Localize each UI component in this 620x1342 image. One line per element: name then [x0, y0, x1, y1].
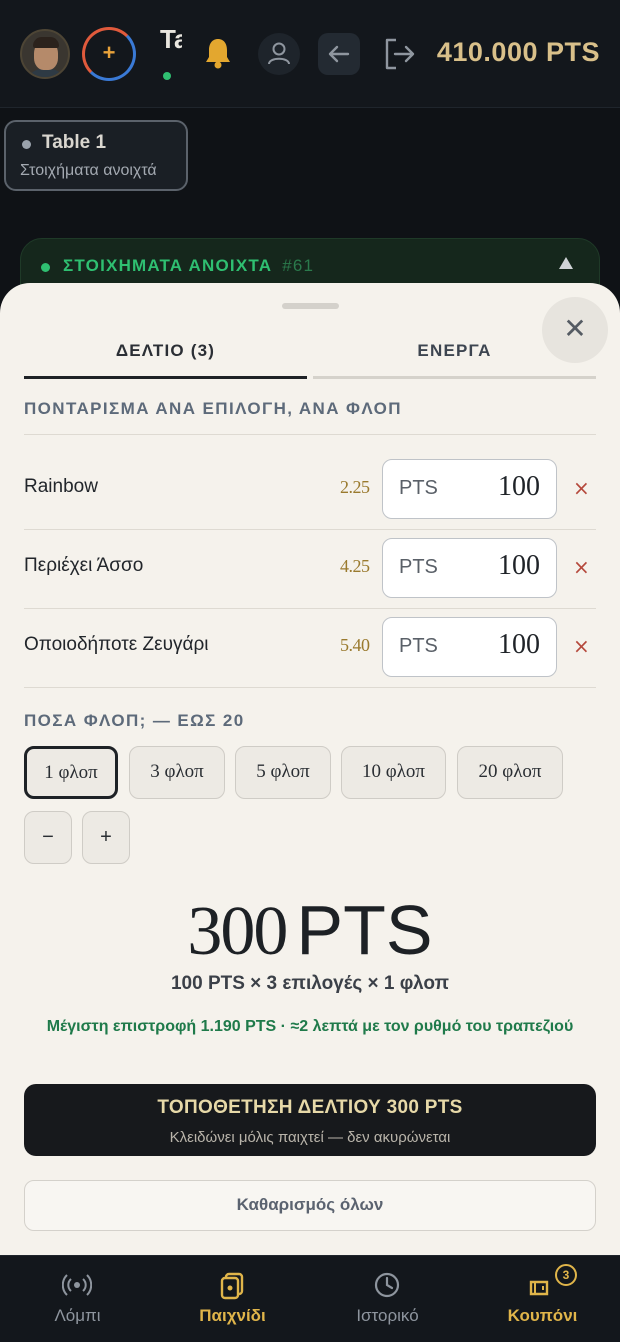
remove-selection-icon[interactable]: × — [573, 634, 590, 658]
broadcast-icon — [62, 1274, 92, 1296]
selection-row: Οποιοδήποτε Ζευγάρι 5.40 PTS 100 × — [24, 608, 596, 687]
drag-handle[interactable] — [282, 303, 339, 309]
stake-input[interactable]: PTS 100 — [382, 617, 557, 677]
max-return: Μέγιστη επιστροφή 1.190 PTS · ≈2 λεπτά μ… — [46, 1018, 574, 1035]
nav-game[interactable]: Παιχνίδι — [155, 1256, 310, 1342]
selection-odds: 4.25 — [340, 556, 370, 576]
exit-icon[interactable] — [382, 36, 418, 72]
nav-lobby-label: Λόμπι — [54, 1306, 101, 1325]
clear-all-button[interactable]: Καθαρισμός όλων — [24, 1180, 596, 1231]
nav-coupon-label: Κουπόνι — [507, 1306, 578, 1325]
total-stake: 300 PTS — [0, 890, 620, 972]
table-chip[interactable]: Table 1 Στοιχήματα ανοιχτά — [4, 120, 188, 191]
nav-game-label: Παιχνίδι — [199, 1306, 266, 1325]
flop-option-5[interactable]: 5 φλοπ — [235, 746, 331, 799]
selection-odds: 2.25 — [340, 477, 370, 497]
nav-history-label: Ιστορικό — [356, 1306, 419, 1325]
avatar[interactable] — [20, 29, 70, 79]
stake-section-label: ΠΟΝΤΑΡΙΣΜΑ ΑΝΑ ΕΠΙΛΟΓΗ, ΑΝΑ ΦΛΟΠ — [24, 399, 402, 418]
selection-row: Rainbow 2.25 PTS 100 × — [24, 450, 596, 529]
open-status-dot — [41, 263, 50, 272]
open-bets-title: ΣΤΟΙΧΗΜΑΤΑ ΑΝΟΙΧΤΑ #61 — [63, 256, 314, 276]
avatar-hair — [33, 37, 59, 48]
selection-odds: 5.40 — [340, 635, 370, 655]
coupon-count-badge: 3 — [555, 1264, 577, 1286]
profile-button[interactable] — [258, 33, 300, 75]
selection-name: Rainbow — [24, 476, 98, 497]
table-chip-subtitle: Στοιχήματα ανοιχτά — [20, 162, 157, 179]
total-currency: PTS — [296, 891, 433, 969]
tab-slip[interactable]: ΔΕΛΤΙΟ (3) — [24, 341, 307, 379]
flops-label: ΠΟΣΑ ΦΛΟΠ; — ΕΩΣ 20 — [24, 711, 245, 730]
coupon-icon — [529, 1280, 549, 1296]
table-name: Ta — [160, 24, 182, 54]
bell-icon[interactable] — [203, 36, 233, 70]
flop-option-1[interactable]: 1 φλοπ — [24, 746, 118, 799]
flop-option-3[interactable]: 3 φλοπ — [129, 746, 225, 799]
flop-option-10[interactable]: 10 φλοπ — [341, 746, 446, 799]
back-button[interactable] — [318, 33, 360, 75]
table-status-dot — [22, 140, 31, 149]
selection-name: Περιέχει Άσσο — [24, 555, 144, 576]
increment-flops-button[interactable]: + — [82, 811, 130, 864]
cards-icon — [220, 1272, 244, 1300]
stake-amount[interactable]: 100 — [498, 471, 540, 503]
balance: 410.000 PTS — [436, 37, 600, 67]
bottom-nav: Λόμπι Παιχνίδι Ιστορικό 3 Κουπόνι — [0, 1255, 620, 1342]
remove-selection-icon[interactable]: × — [573, 555, 590, 579]
place-slip-subtitle: Κλειδώνει μόλις παιχτεί — δεν ακυρώνεται — [169, 1129, 451, 1146]
user-icon — [268, 42, 290, 65]
selection-name: Οποιοδήποτε Ζευγάρι — [24, 634, 209, 655]
level-ring-icon[interactable]: + — [82, 27, 136, 81]
caret-up-icon[interactable] — [559, 257, 573, 269]
place-slip-button[interactable]: ΤΟΠΟΘΕΤΗΣΗ ΔΕΛΤΙΟΥ 300 PTS Κλειδώνει μόλ… — [24, 1084, 596, 1156]
table-chip-title: Table 1 — [42, 132, 107, 153]
nav-lobby[interactable]: Λόμπι — [0, 1256, 155, 1342]
top-bar: + Ta 410.000 PTS — [0, 0, 620, 108]
total-amount: 300 — [187, 893, 288, 970]
remove-selection-icon[interactable]: × — [573, 476, 590, 500]
place-slip-title: ΤΟΠΟΘΕΤΗΣΗ ΔΕΛΤΙΟΥ 300 PTS — [157, 1097, 463, 1118]
divider — [24, 687, 596, 688]
stake-currency: PTS — [399, 477, 438, 499]
selection-row: Περιέχει Άσσο 4.25 PTS 100 × — [24, 529, 596, 608]
round-number: #61 — [282, 256, 315, 275]
divider — [24, 434, 596, 435]
stake-input[interactable]: PTS 100 — [382, 538, 557, 598]
tab-active[interactable]: ΕΝΕΡΓΑ — [313, 341, 596, 379]
stake-formula: 100 PTS × 3 επιλογές × 1 φλοπ — [170, 973, 450, 994]
arrow-left-icon — [328, 45, 350, 63]
open-bets-label: ΣΤΟΙΧΗΜΑΤΑ ΑΝΟΙΧΤΑ — [63, 256, 273, 275]
decrement-flops-button[interactable]: − — [24, 811, 72, 864]
nav-history[interactable]: Ιστορικό — [310, 1256, 465, 1342]
stake-currency: PTS — [399, 635, 438, 657]
stake-input[interactable]: PTS 100 — [382, 459, 557, 519]
bet-slip-sheet: ✕ ΔΕΛΤΙΟ (3) ΕΝΕΡΓΑ ΠΟΝΤΑΡΙΣΜΑ ΑΝΑ ΕΠΙΛΟ… — [0, 283, 620, 1255]
stake-amount[interactable]: 100 — [498, 629, 540, 661]
flop-option-20[interactable]: 20 φλοπ — [457, 746, 563, 799]
avatar-body — [26, 69, 66, 77]
nav-coupon[interactable]: 3 Κουπόνι — [465, 1256, 620, 1342]
stake-amount[interactable]: 100 — [498, 550, 540, 582]
stake-currency: PTS — [399, 556, 438, 578]
history-icon — [374, 1272, 400, 1298]
online-status-dot — [163, 72, 171, 80]
